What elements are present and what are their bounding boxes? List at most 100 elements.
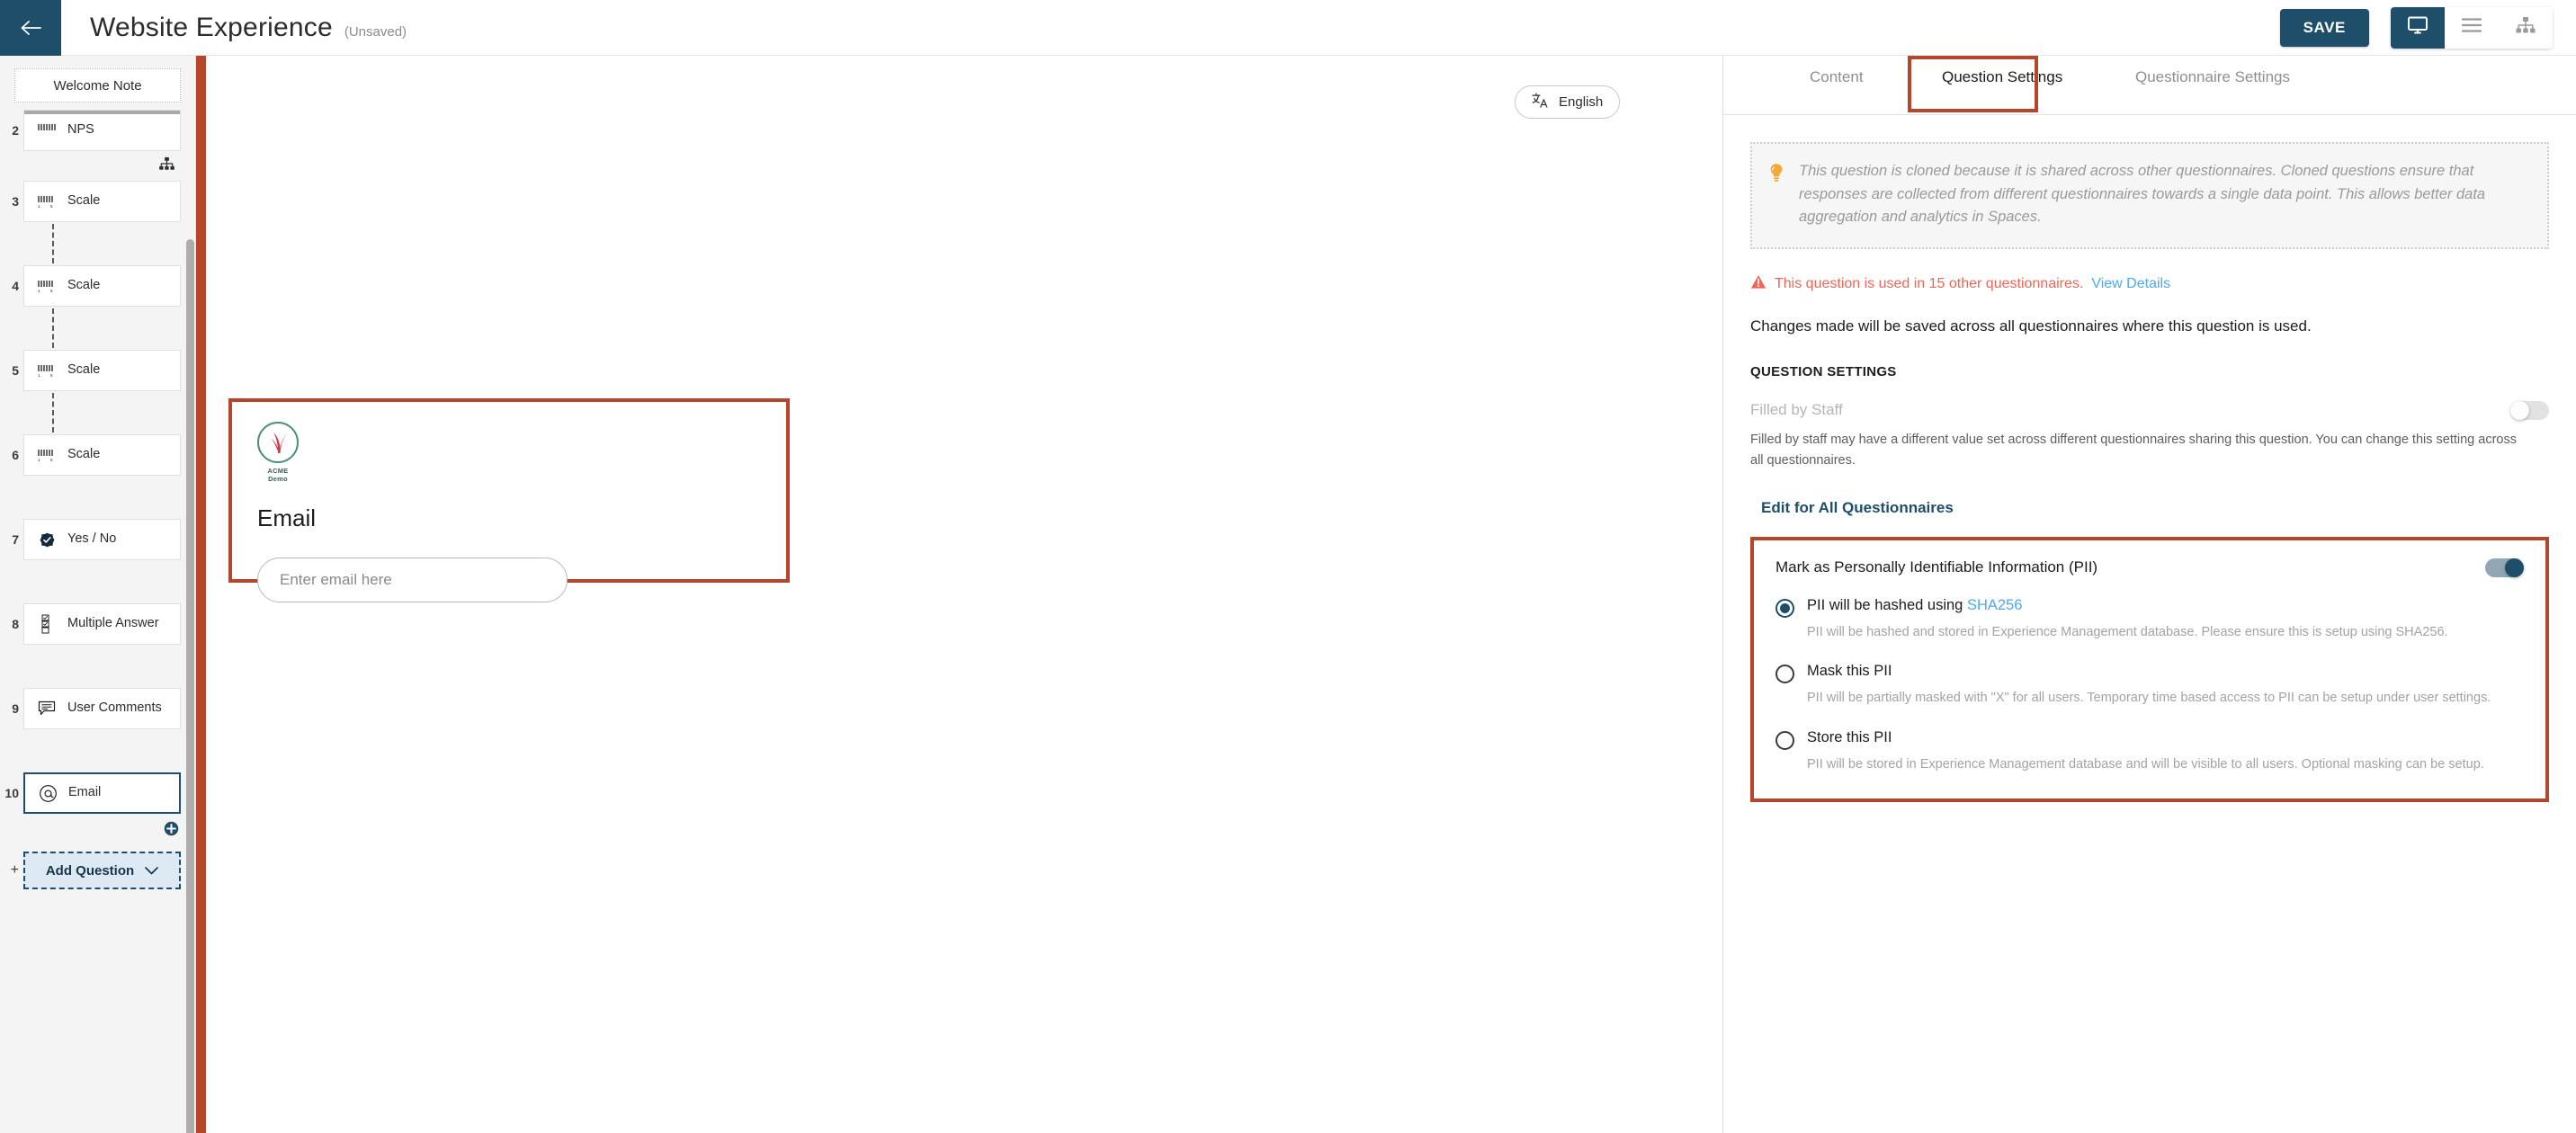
svg-text:1: 1 xyxy=(38,458,40,462)
logo-name: ACME Demo xyxy=(267,467,289,483)
question-card-multiple-answer[interactable]: Multiple Answer xyxy=(23,603,181,645)
question-label: User Comments xyxy=(67,700,162,716)
list-item[interactable]: 7 Yes / No xyxy=(0,519,181,560)
pii-option-label: Store this PII xyxy=(1807,728,1892,745)
welcome-note-item[interactable]: Welcome Note xyxy=(14,68,181,103)
hamburger-menu-icon xyxy=(2461,17,2482,38)
list-item[interactable]: 8 Multiple Answer xyxy=(0,603,181,645)
title-area: Website Experience (Unsaved) xyxy=(90,13,407,43)
pii-option-label: PII will be hashed using SHA256 xyxy=(1807,597,2448,614)
pii-option-hash[interactable]: PII will be hashed using SHA256 PII will… xyxy=(1775,597,2524,643)
desktop-view-button[interactable] xyxy=(2391,6,2445,49)
brand-logo: ACME Demo xyxy=(257,422,299,483)
question-card-email[interactable]: Email xyxy=(23,772,181,814)
pii-option-description: PII will be hashed and stored in Experie… xyxy=(1807,624,2448,639)
radio-button[interactable] xyxy=(1775,730,1794,750)
welcome-note-label: Welcome Note xyxy=(53,77,142,94)
info-banner-text: This question is cloned because it is sh… xyxy=(1799,163,2486,226)
language-selector[interactable]: English xyxy=(1515,85,1621,119)
save-button[interactable]: SAVE xyxy=(2279,8,2369,47)
lightbulb-icon xyxy=(1768,160,1786,229)
list-item[interactable]: 2 NPS xyxy=(0,110,181,151)
question-card-scale-5[interactable]: 1 5 Scale xyxy=(23,350,181,391)
list-item[interactable]: 9 User Comments xyxy=(0,688,181,729)
question-card-scale-6[interactable]: 1 5 Scale xyxy=(23,434,181,476)
add-question-button[interactable]: Add Question xyxy=(23,852,181,889)
list-item[interactable]: 3 1 5 Scale xyxy=(0,181,181,222)
pii-header-row: Mark as Personally Identifiable Informat… xyxy=(1775,558,2524,577)
question-label: NPS xyxy=(67,122,94,138)
arrow-left-icon xyxy=(19,19,42,37)
plus-circle-icon[interactable] xyxy=(164,821,179,841)
pii-heading: Mark as Personally Identifiable Informat… xyxy=(1775,558,2098,576)
pii-option-label: Mask this PII xyxy=(1807,663,1892,680)
list-item[interactable]: 4 1 5 Scale xyxy=(0,265,181,307)
pii-option-label-text: PII will be hashed using xyxy=(1807,596,1967,613)
toggle-knob xyxy=(2505,558,2524,577)
list-divider xyxy=(24,111,180,114)
top-bar: Website Experience (Unsaved) SAVE xyxy=(0,0,2576,56)
list-item[interactable]: 5 1 5 Scale xyxy=(0,350,181,391)
settings-body: This question is cloned because it is sh… xyxy=(1723,142,2576,803)
svg-text:5: 5 xyxy=(50,458,53,462)
tab-questionnaire-settings[interactable]: Questionnaire Settings xyxy=(2135,68,2290,86)
checkbox-list-icon xyxy=(37,614,57,634)
question-number: 8 xyxy=(12,617,19,631)
pii-toggle[interactable] xyxy=(2485,558,2524,577)
logo-mark-icon xyxy=(257,422,299,463)
radio-button[interactable] xyxy=(1775,665,1794,684)
check-badge-icon xyxy=(37,532,57,548)
view-details-link[interactable]: View Details xyxy=(2091,276,2170,292)
top-bar-actions: SAVE xyxy=(2279,6,2576,49)
email-question-card[interactable]: ACME Demo Email Enter email here xyxy=(228,398,790,602)
back-button[interactable] xyxy=(0,0,61,56)
question-card-yesno[interactable]: Yes / No xyxy=(23,519,181,560)
svg-text:1: 1 xyxy=(38,373,40,378)
scale-bars-icon: 1 5 xyxy=(37,448,57,462)
at-sign-icon xyxy=(38,784,58,803)
add-question-prefix: + xyxy=(10,862,19,878)
changes-note: Changes made will be saved across all qu… xyxy=(1750,317,2312,335)
usage-warning: This question is used in 15 other questi… xyxy=(1750,274,2549,294)
pii-option-store[interactable]: Store this PII PII will be stored in Exp… xyxy=(1775,729,2524,775)
filled-by-staff-toggle[interactable] xyxy=(2510,400,2549,420)
view-mode-group xyxy=(2391,6,2553,49)
page-title: Website Experience xyxy=(90,12,333,42)
filled-by-staff-description: Filled by staff may have a different val… xyxy=(1750,432,2517,468)
question-card-nps[interactable]: NPS xyxy=(23,110,181,151)
connector-line xyxy=(23,391,181,434)
question-number: 3 xyxy=(12,194,19,209)
question-number: 5 xyxy=(12,363,19,378)
question-card-scale-3[interactable]: 1 5 Scale xyxy=(23,181,181,222)
tab-content[interactable]: Content xyxy=(1810,68,1864,86)
sha256-link[interactable]: SHA256 xyxy=(1967,597,2022,613)
radio-button[interactable] xyxy=(1775,598,1794,618)
svg-text:1: 1 xyxy=(38,204,40,209)
question-number: 2 xyxy=(12,123,19,138)
list-item[interactable]: 10 Email xyxy=(0,772,181,814)
list-view-button[interactable] xyxy=(2445,6,2499,49)
settings-panel: Content Question Settings Questionnaire … xyxy=(1722,56,2576,1133)
desktop-monitor-icon xyxy=(2407,15,2428,40)
edit-for-all-questionnaires-link[interactable]: Edit for All Questionnaires xyxy=(1750,499,2549,517)
hierarchy-tree-icon xyxy=(2515,16,2536,39)
hierarchy-tree-icon[interactable] xyxy=(158,156,175,175)
question-card-user-comments[interactable]: User Comments xyxy=(23,688,181,729)
pii-option-mask[interactable]: Mask this PII PII will be partially mask… xyxy=(1775,663,2524,709)
hierarchy-view-button[interactable] xyxy=(2499,6,2553,49)
question-number: 7 xyxy=(12,532,19,547)
pii-option-description: PII will be stored in Experience Managem… xyxy=(1807,756,2484,772)
list-item[interactable]: 6 1 5 Scale xyxy=(0,434,181,476)
email-input[interactable]: Enter email here xyxy=(257,558,568,602)
filled-by-staff-label: Filled by Staff xyxy=(1750,401,1843,419)
connector-line xyxy=(23,307,181,350)
question-card-scale-4[interactable]: 1 5 Scale xyxy=(23,265,181,307)
sidebar-scrollbar[interactable] xyxy=(186,239,194,1133)
pii-option-description: PII will be partially masked with "X" fo… xyxy=(1807,691,2491,706)
warning-triangle-icon xyxy=(1750,274,1767,294)
question-title: Email xyxy=(257,504,317,531)
svg-text:5: 5 xyxy=(50,373,53,378)
tab-question-settings[interactable]: Question Settings xyxy=(1942,68,2062,86)
